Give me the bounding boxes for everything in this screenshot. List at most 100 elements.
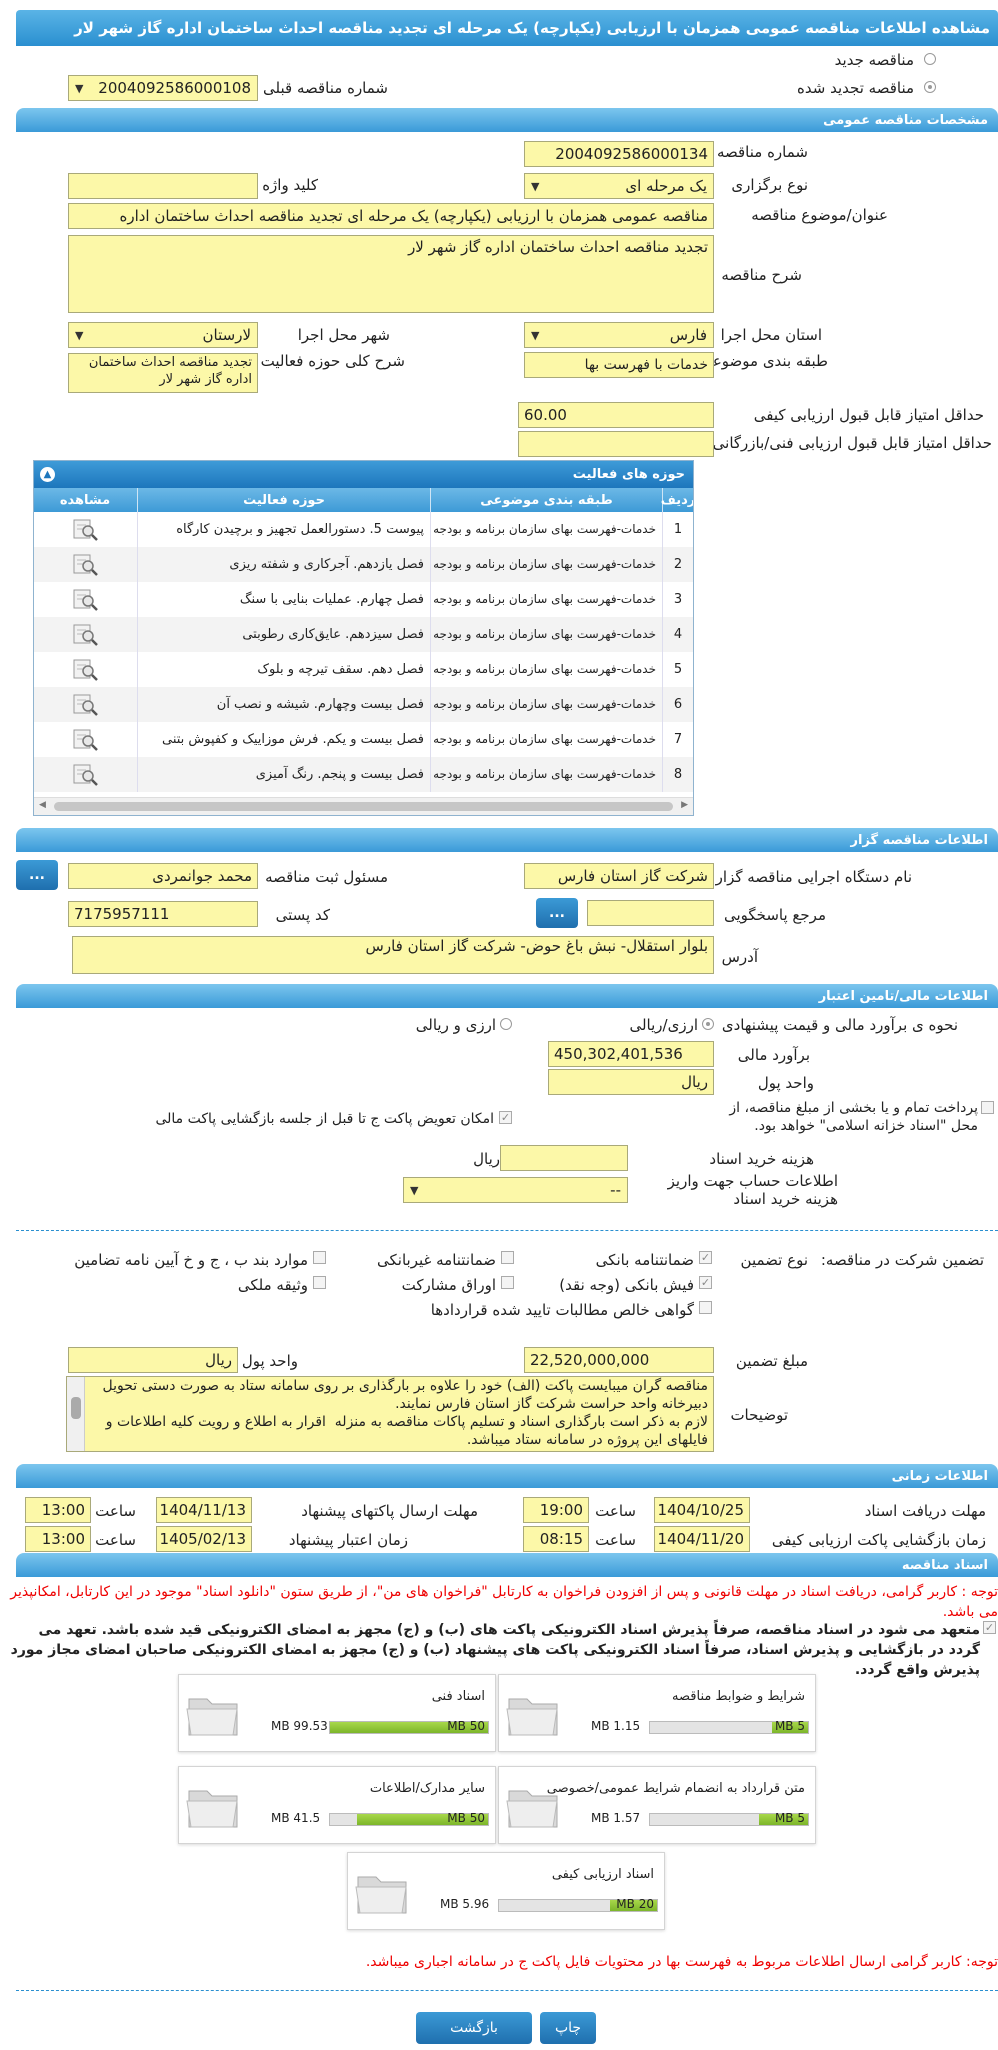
document-card[interactable]: اسناد ارزیابی کیفی 5.96 MB 20 MB bbox=[347, 1852, 665, 1930]
account-select[interactable]: -- ▼ bbox=[403, 1177, 628, 1203]
currency-label: واحد پول bbox=[757, 1074, 814, 1092]
print-button[interactable]: چاپ bbox=[540, 2012, 596, 2044]
row-view[interactable] bbox=[34, 582, 137, 617]
divider bbox=[16, 1990, 998, 1991]
g3-checkbox[interactable] bbox=[313, 1251, 326, 1264]
scrollbar-thumb[interactable] bbox=[54, 802, 673, 811]
keyword-field[interactable] bbox=[68, 173, 258, 199]
view-magnifier-icon[interactable] bbox=[71, 763, 99, 787]
row-activity: فصل سیزدهم. عایق‌کاری رطوبتی bbox=[137, 617, 430, 652]
g4-checkbox[interactable]: ✓ bbox=[699, 1276, 712, 1289]
table-row: 2 خدمات-فهرست بهای سازمان برنامه و بودجه ف… bbox=[34, 547, 693, 582]
section-general: مشخصات مناقصه عمومی bbox=[16, 108, 998, 132]
document-card[interactable]: سایر مدارک/اطلاعات 41.5 MB 50 MB bbox=[178, 1766, 496, 1844]
city-value: لارستان bbox=[202, 326, 251, 344]
row-view[interactable] bbox=[34, 617, 137, 652]
g5-checkbox[interactable] bbox=[501, 1276, 514, 1289]
method-radio-1[interactable] bbox=[702, 1018, 714, 1030]
scroll-left-icon[interactable]: ◀ bbox=[39, 800, 46, 810]
document-card[interactable]: متن قرارداد به انضمام شرایط عمومی/خصوصی 1… bbox=[498, 1766, 816, 1844]
category-field: خدمات با فهرست بها bbox=[524, 352, 714, 378]
renewed-tender-radio[interactable] bbox=[924, 81, 936, 93]
keyword-label: کلید واژه bbox=[262, 176, 318, 194]
view-magnifier-icon[interactable] bbox=[71, 693, 99, 717]
row-view[interactable] bbox=[34, 687, 137, 722]
view-magnifier-icon[interactable] bbox=[71, 518, 99, 542]
view-magnifier-icon[interactable] bbox=[71, 728, 99, 752]
view-magnifier-icon[interactable] bbox=[71, 588, 99, 612]
amount-field: 22,520,000,000 bbox=[524, 1347, 714, 1373]
send-label: مهلت ارسال پاکتهای پیشنهاد bbox=[301, 1502, 478, 1520]
swap-checkbox[interactable]: ✓ bbox=[499, 1111, 512, 1124]
province-label: استان محل اجرا bbox=[720, 326, 822, 344]
prev-number-select[interactable]: 2004092586000108 ▼ bbox=[68, 75, 258, 101]
section-organizer: اطلاعات مناقصه گزار bbox=[16, 828, 998, 852]
document-title: اسناد فنی bbox=[431, 1689, 485, 1704]
row-view[interactable] bbox=[34, 547, 137, 582]
view-magnifier-icon[interactable] bbox=[71, 553, 99, 577]
row-number: 2 bbox=[662, 547, 693, 582]
min-tech-label: حداقل امتیاز قابل قبول ارزیابی فنی/بازرگ… bbox=[712, 434, 992, 452]
notes-scroll-thumb[interactable] bbox=[71, 1397, 81, 1419]
table-row: 6 خدمات-فهرست بهای سازمان برنامه و بودجه ف… bbox=[34, 687, 693, 722]
number-label: شماره مناقصه bbox=[716, 143, 808, 161]
notes-label: توضیحات bbox=[730, 1406, 788, 1424]
horizontal-scrollbar[interactable]: ◀ ▶ bbox=[34, 797, 693, 815]
row-view[interactable] bbox=[34, 722, 137, 757]
row-activity: فصل بیست وچهارم. شیشه و نصب آن bbox=[137, 687, 430, 722]
city-select[interactable]: لارستان ▼ bbox=[68, 322, 258, 348]
row-view[interactable] bbox=[34, 652, 137, 687]
folder-icon bbox=[354, 1865, 410, 1919]
doc-cost-field bbox=[500, 1145, 628, 1171]
collapse-icon[interactable]: ▲ bbox=[40, 467, 55, 482]
g1-checkbox[interactable]: ✓ bbox=[699, 1251, 712, 1264]
province-value: فارس bbox=[669, 326, 707, 344]
subject-field: مناقصه عمومی همزمان با ارزیابی (یکپارچه)… bbox=[68, 203, 714, 229]
document-card[interactable]: شرایط و ضوابط مناقصه 1.15 MB 5 MB bbox=[498, 1674, 816, 1752]
row-activity: فصل بیست و یکم. فرش موزاییک و کفپوش بتنی bbox=[137, 722, 430, 757]
section-timing: اطلاعات زمانی bbox=[16, 1464, 998, 1488]
new-tender-radio[interactable] bbox=[924, 53, 936, 65]
doc-cost-label: هزینه خرید اسناد bbox=[709, 1150, 814, 1168]
used-size: 5.96 MB bbox=[440, 1897, 490, 1911]
scope-label: شرح کلی حوزه فعالیت bbox=[260, 352, 405, 370]
row-view[interactable] bbox=[34, 512, 137, 547]
col-category: طبقه بندی موضوعی bbox=[430, 488, 662, 512]
ref-field[interactable] bbox=[587, 900, 714, 926]
row-activity: فصل دهم. سقف تیرچه و بلوک bbox=[137, 652, 430, 687]
row-activity: فصل چهارم. عملیات بنایی با سنگ bbox=[137, 582, 430, 617]
province-select[interactable]: فارس ▼ bbox=[524, 322, 714, 348]
subject-label: عنوان/موضوع مناقصه bbox=[751, 206, 888, 224]
document-card[interactable]: اسناد فنی 99.53 MB 50 MB bbox=[178, 1674, 496, 1752]
address-label: آدرس bbox=[721, 948, 758, 966]
valid-date: 1405/02/13 bbox=[156, 1526, 252, 1552]
chevron-down-icon: ▼ bbox=[75, 328, 84, 342]
open-date: 1404/11/20 bbox=[654, 1526, 750, 1552]
type-select[interactable]: یک مرحله ای ▼ bbox=[524, 173, 714, 199]
g6-checkbox[interactable] bbox=[313, 1276, 326, 1289]
g2-checkbox[interactable] bbox=[501, 1251, 514, 1264]
select-responsible-button[interactable]: ... bbox=[16, 860, 58, 890]
chevron-down-icon: ▼ bbox=[531, 179, 540, 193]
row-category: خدمات-فهرست بهای سازمان برنامه و بودجه bbox=[430, 582, 662, 617]
g7-checkbox[interactable] bbox=[699, 1301, 712, 1314]
back-button[interactable]: بازگشت bbox=[416, 2012, 532, 2044]
view-magnifier-icon[interactable] bbox=[71, 623, 99, 647]
min-quality-field: 60.00 bbox=[518, 402, 714, 428]
view-magnifier-icon[interactable] bbox=[71, 658, 99, 682]
row-category: خدمات-فهرست بهای سازمان برنامه و بودجه bbox=[430, 722, 662, 757]
method-radio-2[interactable] bbox=[500, 1018, 512, 1030]
amount-cur-field: ریال bbox=[68, 1347, 238, 1373]
notes-scrollbar[interactable] bbox=[67, 1377, 85, 1451]
section-finance: اطلاعات مالی/تامین اعتبار bbox=[16, 984, 998, 1008]
select-ref-button[interactable]: ... bbox=[536, 898, 578, 928]
row-view[interactable] bbox=[34, 757, 137, 792]
prev-number-label: شماره مناقصه قبلی bbox=[263, 79, 388, 97]
postal-label: کد پستی bbox=[275, 906, 330, 924]
row-category: خدمات-فهرست بهای سازمان برنامه و بودجه bbox=[430, 547, 662, 582]
time-label: ساعت bbox=[595, 1502, 636, 1520]
folder-icon bbox=[505, 1687, 561, 1741]
scroll-right-icon[interactable]: ▶ bbox=[681, 800, 688, 810]
section-docs: اسناد مناقصه bbox=[16, 1553, 998, 1577]
swap-label: امکان تعویض پاکت ج تا قبل از جلسه بازگشا… bbox=[155, 1111, 494, 1127]
